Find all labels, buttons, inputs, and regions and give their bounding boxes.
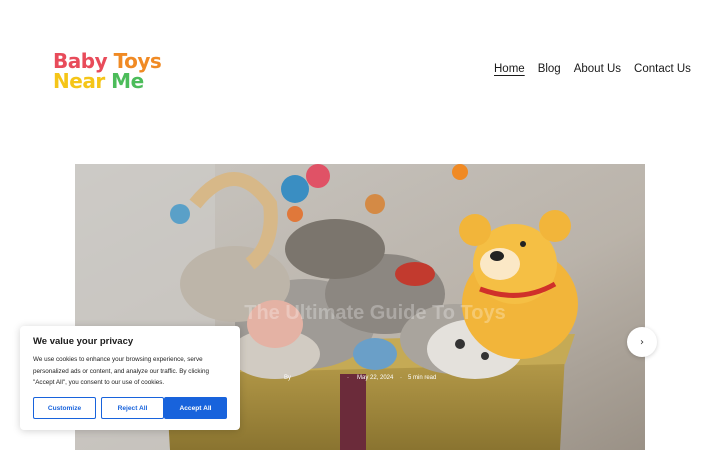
nav-blog[interactable]: Blog bbox=[538, 63, 561, 75]
logo-letter: N bbox=[53, 69, 70, 93]
nav-contact-us[interactable]: Contact Us bbox=[634, 63, 691, 75]
customize-button[interactable]: Customize bbox=[33, 397, 96, 419]
cookie-title: We value your privacy bbox=[33, 336, 134, 347]
main-nav: Home Blog About Us Contact Us bbox=[494, 63, 691, 75]
cookie-consent-banner: We value your privacy We use cookies to … bbox=[20, 326, 240, 430]
read-time: 5 min read bbox=[408, 375, 437, 381]
nav-home[interactable]: Home bbox=[494, 63, 525, 75]
chevron-right-icon: › bbox=[640, 336, 644, 348]
logo-letter: e bbox=[130, 69, 145, 93]
logo-line-2: Near Me bbox=[53, 71, 153, 91]
hero-title[interactable]: The Ultimate Guide To Toys bbox=[225, 302, 525, 324]
site-logo[interactable]: Baby Toys Near Me bbox=[53, 51, 162, 91]
cookie-text: We use cookies to enhance your browsing … bbox=[33, 356, 209, 386]
logo-letter: a bbox=[82, 69, 96, 93]
meta-separator-2: · bbox=[400, 375, 402, 381]
logo-line-1: Baby Toys bbox=[53, 51, 162, 71]
author-prefix: By bbox=[284, 375, 292, 381]
slider-next-button[interactable]: › bbox=[627, 327, 657, 357]
logo-letter: r bbox=[95, 69, 105, 93]
meta-separator: · bbox=[347, 375, 349, 381]
accept-all-button[interactable]: Accept All bbox=[164, 397, 227, 419]
logo-letter: M bbox=[111, 69, 131, 93]
post-date: May 22, 2024 bbox=[357, 375, 394, 381]
reject-all-button[interactable]: Reject All bbox=[101, 397, 164, 419]
logo-letter: s bbox=[149, 49, 162, 73]
nav-about-us[interactable]: About Us bbox=[574, 63, 621, 75]
logo-letter: e bbox=[69, 69, 83, 93]
